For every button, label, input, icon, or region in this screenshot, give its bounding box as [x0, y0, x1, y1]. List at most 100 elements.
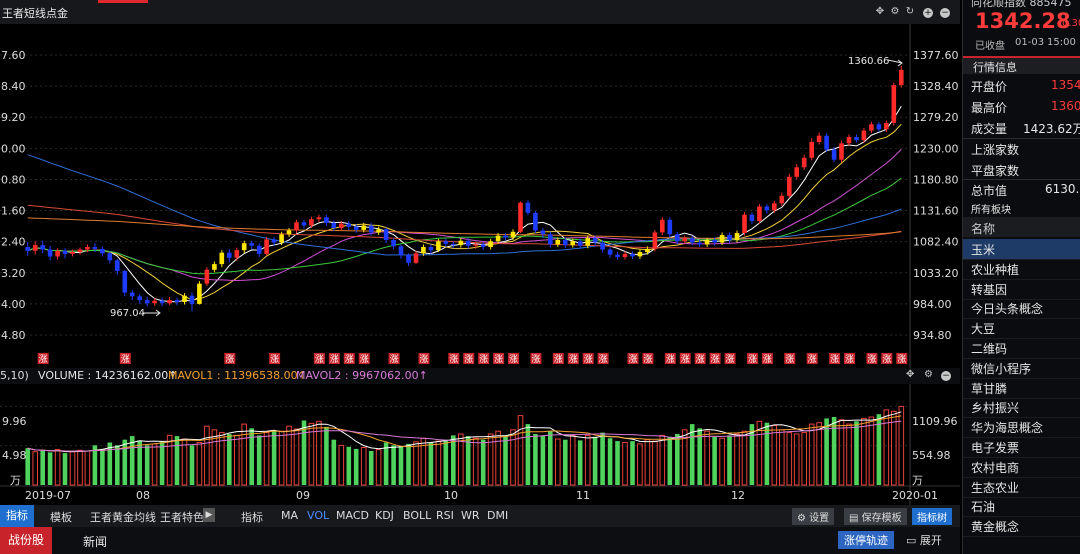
candle [346, 221, 352, 230]
svg-text:涨: 涨 [763, 354, 772, 365]
limit-up-marker: 涨 [269, 353, 281, 365]
chevron-right-icon[interactable]: ▶ [203, 508, 215, 522]
sector-list-item[interactable]: 华为海思概念 [963, 417, 1080, 439]
volume-bar [548, 431, 553, 485]
expand-button[interactable]: ▭ 展开 [906, 532, 942, 548]
sector-name: 农业种植 [971, 262, 1020, 277]
candle [100, 246, 105, 257]
tab-stocks[interactable]: 战份股 [0, 527, 52, 554]
indicator-dmi[interactable]: DMI [487, 509, 508, 522]
volume-bar [540, 435, 546, 485]
volume-bar [100, 448, 105, 485]
indicator-macd[interactable]: MACD [336, 509, 369, 522]
sector-list-item[interactable]: 乡村振兴 [963, 397, 1080, 419]
current-price: 1342.28 [975, 9, 1071, 33]
gear-icon[interactable]: ⚙ [889, 6, 901, 17]
sector-list-item[interactable]: 微信小程序 [963, 358, 1080, 379]
candles [25, 65, 904, 312]
svg-text:11: 11 [576, 489, 590, 502]
refresh-icon[interactable]: ↻ [904, 6, 916, 17]
indicator-ma[interactable]: MA [281, 509, 298, 522]
indicator-boll[interactable]: BOLL [403, 509, 431, 522]
volume-bar [883, 409, 890, 486]
volume-bar [263, 432, 270, 486]
sector-list-item[interactable]: 石油 [963, 496, 1080, 518]
sector-list-item[interactable]: 农业种植 [963, 259, 1080, 280]
volume-bar [510, 429, 516, 486]
volume-bar [115, 445, 120, 485]
volume-bar [808, 423, 815, 486]
section-title: 行情信息 [973, 61, 1017, 74]
volume-axis-unit: 万 [912, 474, 923, 487]
sector-list-item[interactable]: 大豆 [963, 318, 1080, 340]
indicator-kdj[interactable]: KDJ [375, 509, 394, 522]
sector-list-item[interactable]: 电子发票 [963, 437, 1080, 458]
save-template-button[interactable]: ▤ 保存模板 [844, 508, 907, 525]
candle [129, 289, 135, 301]
sector-list-item[interactable]: 草甘膦 [963, 378, 1080, 399]
sector-list-item[interactable]: 农村电商 [963, 457, 1080, 478]
sector-name: 转基因 [971, 282, 1008, 297]
svg-text:2019-07: 2019-07 [25, 489, 71, 502]
sector-list-item[interactable]: 今日头条概念 [963, 298, 1080, 320]
sector-list-item[interactable]: 玉米 [963, 239, 1080, 260]
volume-bar [383, 442, 389, 485]
price-tick-label: 1033.20 [913, 267, 959, 280]
volume-bar [846, 423, 852, 486]
template-button[interactable]: 模板 [50, 509, 72, 525]
svg-text:涨: 涨 [390, 354, 399, 365]
list-header-name: 名称 [971, 222, 996, 236]
indicator-rsi[interactable]: RSI [436, 509, 454, 522]
svg-text:涨: 涨 [419, 354, 428, 365]
volume-bar [293, 428, 300, 486]
indicator-tab[interactable]: 指标 [0, 505, 34, 527]
volume-bar [204, 425, 210, 486]
indicator-vol[interactable]: VOL [307, 509, 329, 522]
volume-bar [741, 430, 748, 486]
candle [749, 212, 755, 225]
candle [55, 248, 60, 260]
volume-bar [771, 425, 778, 486]
candle [660, 217, 665, 235]
candle [607, 246, 613, 258]
svg-text:涨: 涨 [225, 354, 234, 365]
golden-ma-button[interactable]: 王者黄金均线 [90, 509, 156, 525]
left-price-tick-label: 3.20 [1, 267, 26, 280]
settings-button[interactable]: ⚙ 设置 [792, 508, 835, 525]
svg-text:涨: 涨 [599, 354, 608, 365]
mavol2-value: MAVOL2 : 9967062.00↑ [296, 369, 428, 382]
indicator-tree-button[interactable]: 指标树 [912, 508, 952, 525]
volume-bar [816, 422, 822, 486]
zoom-in-icon[interactable]: + [923, 8, 933, 18]
indicator-wr[interactable]: WR [461, 509, 480, 522]
move-icon[interactable]: ✥ [874, 6, 886, 17]
candlestick-chart[interactable]: 1377.60 1328.40 1279.20 1230.00 1180.80 1131.… [0, 24, 960, 368]
sector-list-item[interactable]: 生态农业 [963, 477, 1080, 498]
tab-news[interactable]: 新闻 [83, 533, 107, 550]
volume-params: 5,10) [0, 369, 29, 382]
candle [824, 133, 829, 153]
limit-up-marker: 涨 [119, 353, 131, 365]
sector-name: 华为海思概念 [971, 421, 1044, 436]
move-icon[interactable]: ✥ [906, 369, 914, 380]
candle [391, 238, 396, 250]
close-panel-icon[interactable]: − [941, 371, 951, 381]
sector-name: 乡村振兴 [971, 401, 1020, 416]
limit-up-marker: 涨 [582, 353, 594, 365]
limit-track-button[interactable]: 涨停轨迹 [838, 531, 894, 549]
left-price-tick-label: 7.60 [1, 49, 26, 62]
volume-bar [525, 424, 531, 485]
candle [324, 214, 329, 227]
gear-icon[interactable]: ⚙ [924, 369, 933, 380]
volume-bar [271, 431, 277, 485]
svg-text:涨: 涨 [569, 354, 578, 365]
volume-header: 5,10) VOLUME : 14236162.00↑ MAVOL1 : 113… [0, 368, 960, 384]
special-button[interactable]: 王者特色 [160, 509, 204, 525]
zoom-out-icon[interactable]: − [940, 8, 950, 18]
low-annotation: 967.04 [110, 308, 145, 319]
candle [809, 138, 814, 161]
sector-list-item[interactable]: 黄金概念 [963, 516, 1080, 538]
candle [630, 251, 635, 259]
sector-list-item[interactable]: 二维码 [963, 338, 1080, 359]
sector-list-item[interactable]: 转基因 [963, 279, 1080, 300]
